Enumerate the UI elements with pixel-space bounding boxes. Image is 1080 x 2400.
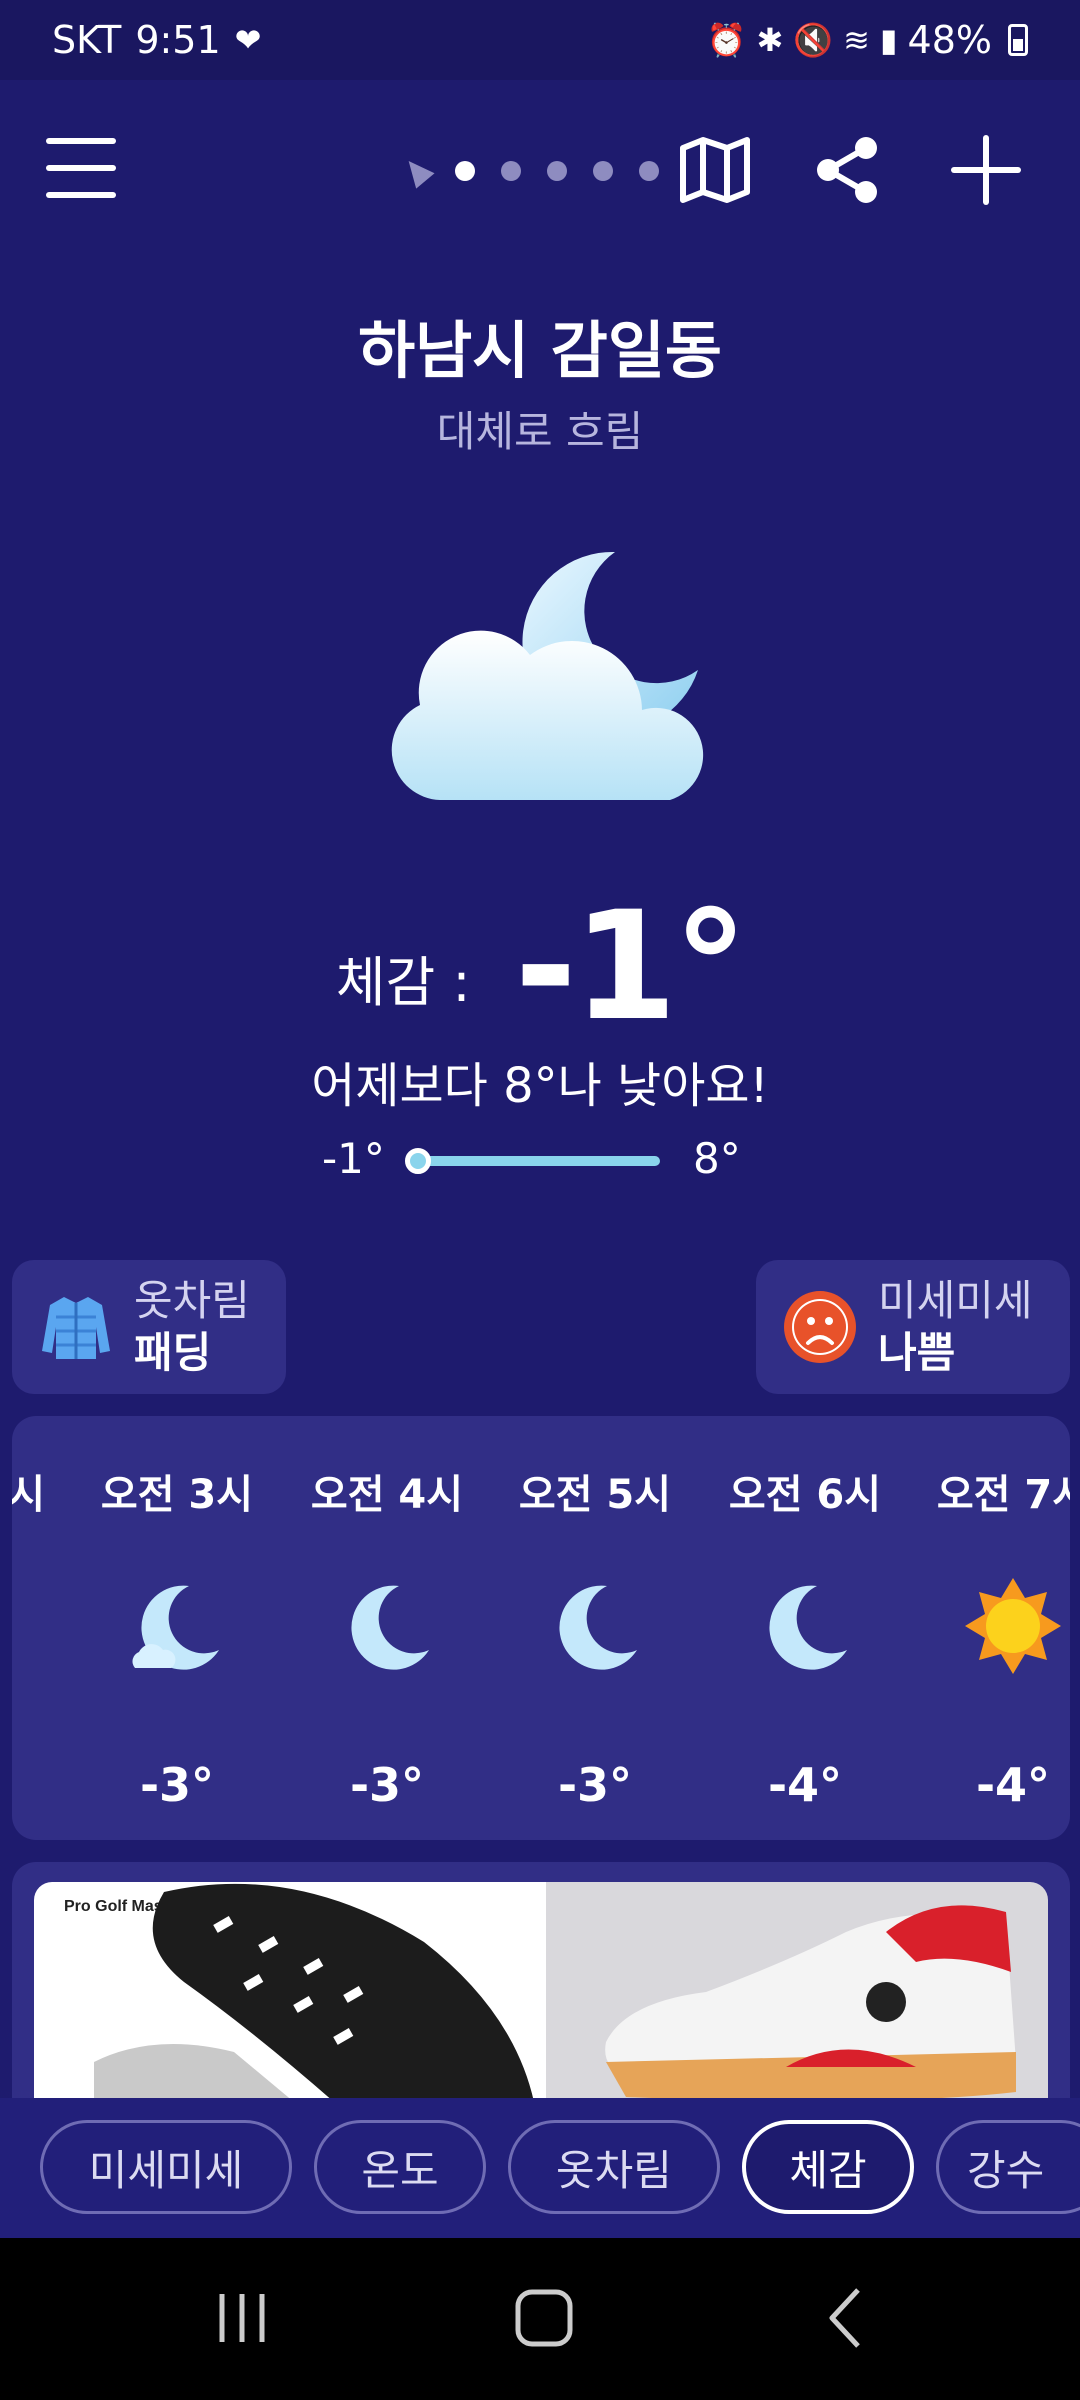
- hour-temp: -3°: [349, 1758, 425, 1812]
- max-temp: 8°: [693, 1134, 741, 1183]
- feels-like: 체감 : -1°: [0, 880, 1080, 1054]
- outfit-value: 패딩: [134, 1328, 212, 1377]
- moon-cloud-icon: [132, 1585, 219, 1670]
- page-dot[interactable]: [501, 161, 521, 181]
- mute-icon: 🔇: [793, 21, 834, 59]
- min-temp: -1°: [322, 1134, 385, 1183]
- tab-label: 강수: [967, 2145, 1045, 2195]
- range-track: [412, 1156, 660, 1166]
- tab-label: 체감: [789, 2145, 867, 2195]
- dust-chip[interactable]: 미세미세 나쁨: [756, 1260, 1070, 1394]
- hour-item: 오전 4시 -3°: [282, 1416, 492, 1840]
- location-name[interactable]: 하남시 감일동: [0, 300, 1080, 390]
- clock: 9:51: [135, 18, 221, 62]
- tab-label: 미세미세: [88, 2145, 244, 2195]
- ad-image[interactable]: Pro Golf Master: [34, 1882, 1048, 2102]
- golf-shoe-sole-image: [94, 1883, 534, 2102]
- carrier-label: SKT: [52, 18, 122, 62]
- moon-icon: [559, 1585, 637, 1670]
- moon-icon: [769, 1585, 847, 1670]
- menu-icon[interactable]: [46, 138, 116, 198]
- outfit-title: 옷차림: [134, 1276, 250, 1325]
- sad-face-icon: [784, 1291, 856, 1363]
- comparison-text: 어제보다 8°나 낮아요!: [311, 1058, 769, 1114]
- tab-fine-dust[interactable]: 미세미세: [40, 2120, 292, 2214]
- hour-label: 오전 6시: [728, 1472, 882, 1518]
- page-dot[interactable]: [593, 161, 613, 181]
- tab-temperature[interactable]: 온도: [314, 2120, 486, 2214]
- hour-label: 오전 3시: [100, 1472, 254, 1518]
- hour-item: 오전 2시: [12, 1416, 74, 1840]
- outfit-chip[interactable]: 옷차림 패딩: [12, 1260, 286, 1394]
- alarm-icon: ⏰: [706, 21, 747, 59]
- padded-jacket-icon: [42, 1297, 110, 1359]
- dust-title: 미세미세: [878, 1276, 1033, 1325]
- page-indicator[interactable]: [399, 153, 659, 189]
- golf-shoe-image: [605, 1905, 1016, 2101]
- bluetooth-icon: ✱: [756, 21, 784, 59]
- recent-apps-icon[interactable]: [202, 2278, 282, 2358]
- range-knob: [405, 1148, 431, 1174]
- hourly-forecast[interactable]: 오전 2시 오전 3시 -3° 오전 4시 -3° 오전 5시 -3° 오전 6…: [12, 1416, 1070, 1840]
- ad-banner[interactable]: Pro Golf Master: [12, 1862, 1070, 2102]
- tab-outfit[interactable]: 옷차림: [508, 2120, 720, 2214]
- tab-precipitation[interactable]: 강수: [936, 2120, 1080, 2214]
- page-dot[interactable]: [639, 161, 659, 181]
- tab-feels-like[interactable]: 체감: [742, 2120, 914, 2214]
- page-dot[interactable]: [455, 161, 475, 181]
- feels-like-label: 체감 :: [335, 950, 471, 1014]
- tab-label: 옷차림: [556, 2145, 672, 2195]
- location-arrow-icon: [399, 153, 435, 189]
- hour-temp: -3°: [139, 1758, 215, 1812]
- hour-temp: -4°: [975, 1758, 1051, 1812]
- hour-temp: -4°: [767, 1758, 843, 1812]
- status-bar: SKT 9:51 ❤ ⏰ ✱ 🔇 ≋ ▮ 48%: [0, 0, 1080, 80]
- system-navigation-bar: [0, 2238, 1080, 2400]
- temperature-range: -1° 8°: [0, 1130, 1080, 1190]
- hour-label: 오전 5시: [518, 1472, 672, 1518]
- wifi-icon: ≋: [843, 21, 870, 59]
- feels-like-value: -1°: [514, 880, 749, 1054]
- hour-item: 오전 7시 -4°: [908, 1416, 1070, 1840]
- top-bar: [0, 120, 1080, 220]
- page-dot[interactable]: [547, 161, 567, 181]
- back-icon[interactable]: [806, 2278, 886, 2358]
- hour-temp: -3°: [557, 1758, 633, 1812]
- share-icon[interactable]: [808, 130, 888, 210]
- hour-label: 오전 7시: [936, 1472, 1070, 1518]
- heart-health-icon: ❤: [234, 21, 262, 59]
- weather-condition: 대체로 흐림: [436, 407, 644, 456]
- dust-value: 나쁨: [878, 1328, 956, 1377]
- sun-icon: [965, 1578, 1061, 1674]
- signal-icon: ▮: [879, 21, 898, 59]
- home-icon[interactable]: [504, 2278, 584, 2358]
- map-icon[interactable]: [675, 130, 755, 210]
- hour-label: 오전 2시: [12, 1472, 46, 1518]
- battery-icon: [1008, 24, 1028, 56]
- plus-icon[interactable]: [946, 130, 1026, 210]
- moon-icon: [351, 1585, 429, 1670]
- hour-item: 오전 5시 -3°: [490, 1416, 700, 1840]
- hour-label: 오전 4시: [310, 1472, 464, 1518]
- category-tabs[interactable]: 미세미세 온도 옷차림 체감 강수: [0, 2098, 1080, 2238]
- battery-percent: 48%: [907, 18, 992, 62]
- hour-item: 오전 3시 -3°: [72, 1416, 282, 1840]
- tab-label: 온도: [361, 2145, 439, 2195]
- cloud-moon-icon: [391, 551, 704, 800]
- hour-item: 오전 6시 -4°: [700, 1416, 910, 1840]
